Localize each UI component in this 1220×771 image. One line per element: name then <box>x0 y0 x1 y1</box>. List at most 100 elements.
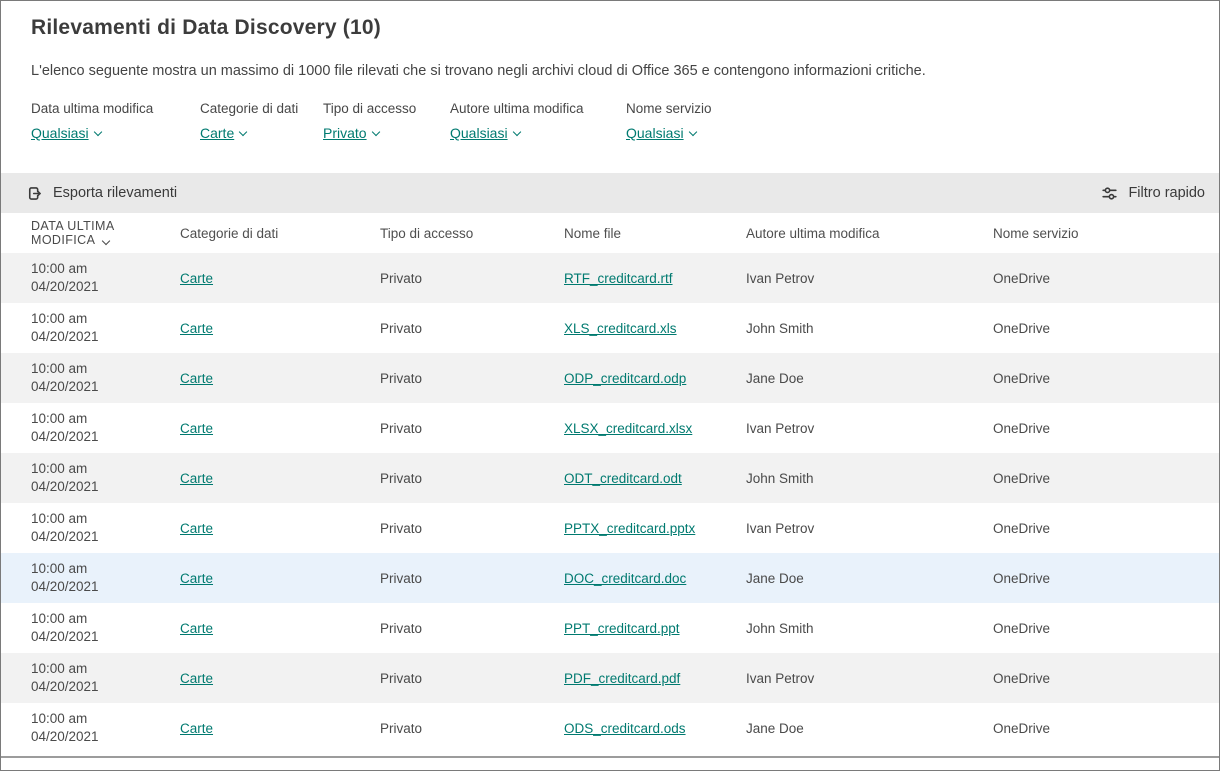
cell-service-name: OneDrive <box>993 653 1219 703</box>
column-header-label: DATA ULTIMA MODIFICA <box>31 219 114 247</box>
column-header-nome-file[interactable]: Nome file <box>564 213 746 253</box>
filter-dropdown-categorie-di-dati[interactable]: Carte <box>200 125 246 141</box>
file-name-link[interactable]: DOC_creditcard.doc <box>564 571 686 586</box>
data-category-link[interactable]: Carte <box>180 471 213 486</box>
last-modified-date: 04/20/2021 <box>31 678 180 696</box>
quick-filter-button[interactable]: Filtro rapido <box>1100 184 1205 203</box>
column-header-nome-servizio[interactable]: Nome servizio <box>993 213 1219 253</box>
last-modified-date: 04/20/2021 <box>31 528 180 546</box>
last-modified-date: 04/20/2021 <box>31 578 180 596</box>
cell-data-category: Carte <box>180 553 380 603</box>
cell-last-modified: 10:00 am04/20/2021 <box>1 503 180 553</box>
cell-last-modified: 10:00 am04/20/2021 <box>1 253 180 303</box>
cell-service-name: OneDrive <box>993 503 1219 553</box>
file-name-link[interactable]: PDF_creditcard.pdf <box>564 671 680 686</box>
data-category-link[interactable]: Carte <box>180 521 213 536</box>
cell-data-category: Carte <box>180 303 380 353</box>
last-modified-time: 10:00 am <box>31 410 180 428</box>
data-category-link[interactable]: Carte <box>180 671 213 686</box>
file-name-link[interactable]: ODP_creditcard.odp <box>564 371 686 386</box>
data-category-link[interactable]: Carte <box>180 271 213 286</box>
table-row[interactable]: 10:00 am04/20/2021 Carte Privato PPT_cre… <box>1 603 1219 653</box>
file-name-link[interactable]: PPT_creditcard.ppt <box>564 621 680 636</box>
table-toolbar: Esporta rilevamenti Filtro rapido <box>1 173 1219 213</box>
file-name-link[interactable]: XLSX_creditcard.xlsx <box>564 421 692 436</box>
data-category-link[interactable]: Carte <box>180 371 213 386</box>
cell-last-modified: 10:00 am04/20/2021 <box>1 403 180 453</box>
cell-service-name: OneDrive <box>993 353 1219 403</box>
column-header-categorie-di-dati[interactable]: Categorie di dati <box>180 213 380 253</box>
chevron-down-icon <box>93 127 101 135</box>
column-header-data-ultima-modifica[interactable]: DATA ULTIMA MODIFICA <box>1 213 180 253</box>
sort-chevron-down-icon <box>102 237 110 245</box>
cell-last-modified-author: Ivan Petrov <box>746 653 993 703</box>
cell-access-type: Privato <box>380 603 564 653</box>
table-row[interactable]: 10:00 am04/20/2021 Carte Privato XLS_cre… <box>1 303 1219 353</box>
cell-last-modified-author: Ivan Petrov <box>746 503 993 553</box>
cell-access-type: Privato <box>380 503 564 553</box>
column-header-label: Autore ultima modifica <box>746 226 880 241</box>
table-row[interactable]: 10:00 am04/20/2021 Carte Privato ODS_cre… <box>1 703 1219 753</box>
filter-dropdown-nome-servizio[interactable]: Qualsiasi <box>626 125 696 141</box>
table-row[interactable]: 10:00 am04/20/2021 Carte Privato PDF_cre… <box>1 653 1219 703</box>
table-row[interactable]: 10:00 am04/20/2021 Carte Privato PPTX_cr… <box>1 503 1219 553</box>
filter-label: Data ultima modifica <box>31 101 200 116</box>
table-row[interactable]: 10:00 am04/20/2021 Carte Privato DOC_cre… <box>1 553 1219 603</box>
cell-last-modified: 10:00 am04/20/2021 <box>1 603 180 653</box>
filter-label: Categorie di dati <box>200 101 323 116</box>
data-category-link[interactable]: Carte <box>180 571 213 586</box>
column-header-tipo-di-accesso[interactable]: Tipo di accesso <box>380 213 564 253</box>
table-row[interactable]: 10:00 am04/20/2021 Carte Privato ODT_cre… <box>1 453 1219 503</box>
filter-label: Nome servizio <box>626 101 712 116</box>
export-findings-button[interactable]: Esporta rilevamenti <box>25 184 177 203</box>
filter-nome-servizio: Nome servizio Qualsiasi <box>626 101 712 143</box>
cell-access-type: Privato <box>380 303 564 353</box>
cell-file-name: PPTX_creditcard.pptx <box>564 503 746 553</box>
column-header-autore-ultima-modifica[interactable]: Autore ultima modifica <box>746 213 993 253</box>
file-name-link[interactable]: RTF_creditcard.rtf <box>564 271 673 286</box>
cell-service-name: OneDrive <box>993 603 1219 653</box>
filter-label: Tipo di accesso <box>323 101 450 116</box>
filter-dropdown-autore-ultima-modifica[interactable]: Qualsiasi <box>450 125 520 141</box>
last-modified-time: 10:00 am <box>31 310 180 328</box>
table-row[interactable]: 10:00 am04/20/2021 Carte Privato XLSX_cr… <box>1 403 1219 453</box>
cell-access-type: Privato <box>380 353 564 403</box>
filter-dropdown-value: Qualsiasi <box>31 125 89 141</box>
column-header-label: Tipo di accesso <box>380 226 473 241</box>
file-name-link[interactable]: PPTX_creditcard.pptx <box>564 521 695 536</box>
last-modified-date: 04/20/2021 <box>31 328 180 346</box>
findings-table: DATA ULTIMA MODIFICA Categorie di dati T… <box>1 213 1219 753</box>
table-row[interactable]: 10:00 am04/20/2021 Carte Privato ODP_cre… <box>1 353 1219 403</box>
filter-dropdown-tipo-di-accesso[interactable]: Privato <box>323 125 379 141</box>
cell-last-modified: 10:00 am04/20/2021 <box>1 303 180 353</box>
sliders-icon <box>1100 184 1119 203</box>
cell-last-modified-author: John Smith <box>746 453 993 503</box>
file-name-link[interactable]: XLS_creditcard.xls <box>564 321 677 336</box>
file-name-link[interactable]: ODS_creditcard.ods <box>564 721 686 736</box>
last-modified-time: 10:00 am <box>31 460 180 478</box>
table-bottom-border <box>1 756 1219 758</box>
file-name-link[interactable]: ODT_creditcard.odt <box>564 471 682 486</box>
last-modified-date: 04/20/2021 <box>31 478 180 496</box>
chevron-down-icon <box>371 127 379 135</box>
data-category-link[interactable]: Carte <box>180 321 213 336</box>
filter-dropdown-data-ultima-modifica[interactable]: Qualsiasi <box>31 125 101 141</box>
last-modified-time: 10:00 am <box>31 510 180 528</box>
cell-service-name: OneDrive <box>993 253 1219 303</box>
cell-service-name: OneDrive <box>993 303 1219 353</box>
filter-dropdown-value: Privato <box>323 125 367 141</box>
cell-last-modified: 10:00 am04/20/2021 <box>1 553 180 603</box>
last-modified-time: 10:00 am <box>31 360 180 378</box>
cell-last-modified: 10:00 am04/20/2021 <box>1 453 180 503</box>
filter-label: Autore ultima modifica <box>450 101 626 116</box>
last-modified-time: 10:00 am <box>31 610 180 628</box>
cell-service-name: OneDrive <box>993 403 1219 453</box>
cell-access-type: Privato <box>380 453 564 503</box>
cell-file-name: XLS_creditcard.xls <box>564 303 746 353</box>
data-category-link[interactable]: Carte <box>180 621 213 636</box>
data-category-link[interactable]: Carte <box>180 721 213 736</box>
data-category-link[interactable]: Carte <box>180 421 213 436</box>
cell-access-type: Privato <box>380 703 564 753</box>
filter-data-ultima-modifica: Data ultima modifica Qualsiasi <box>31 101 200 143</box>
table-row[interactable]: 10:00 am04/20/2021 Carte Privato RTF_cre… <box>1 253 1219 303</box>
